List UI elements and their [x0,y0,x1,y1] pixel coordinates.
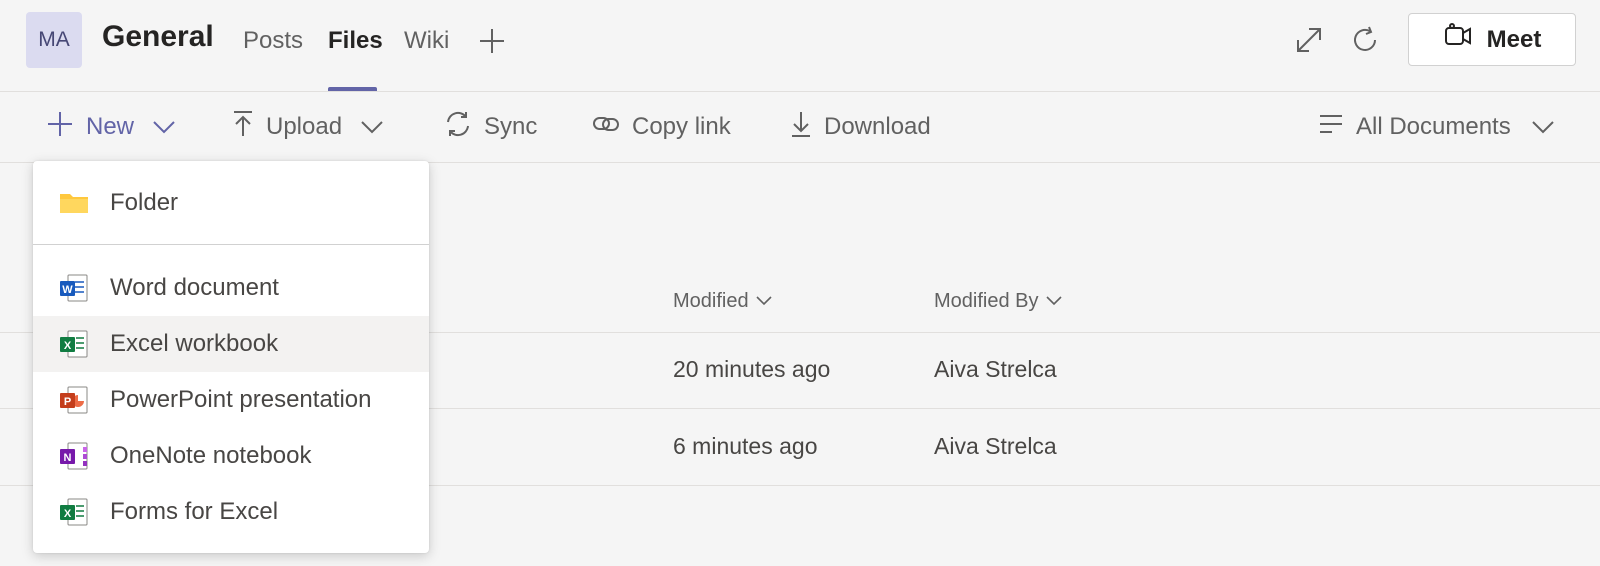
team-avatar[interactable]: MA [26,12,82,68]
command-bar: New Upload Sync Copy link Download All D… [0,92,1600,163]
sync-button[interactable]: Sync [444,92,537,162]
sync-label: Sync [484,113,538,140]
chevron-down-icon [1531,113,1555,141]
svg-text:P: P [64,396,71,408]
new-button[interactable]: New [46,92,176,162]
menu-item-onenote[interactable]: N OneNote notebook [33,428,429,484]
video-camera-icon [1443,22,1473,57]
copy-link-label: Copy link [632,113,731,140]
modified-cell: 6 minutes ago [673,433,818,459]
menu-item-folder[interactable]: Folder [33,175,429,231]
chevron-down-icon [360,113,384,141]
menu-item-label: Word document [110,274,279,301]
column-label: Modified [673,290,749,312]
menu-item-powerpoint[interactable]: P PowerPoint presentation [33,372,429,428]
upload-icon [232,110,254,145]
new-menu: Folder W Word document X Excel workbook [33,161,429,553]
copy-link-button[interactable]: Copy link [592,92,731,162]
avatar-initials: MA [38,28,70,51]
plus-icon[interactable] [475,24,509,58]
meet-label: Meet [1486,25,1542,53]
new-label: New [86,113,135,140]
menu-item-forms-for-excel[interactable]: X Forms for Excel [33,484,429,540]
excel-icon: X [59,330,89,358]
powerpoint-icon: P [59,386,89,414]
sync-icon [444,110,472,145]
menu-item-label: PowerPoint presentation [110,386,372,413]
folder-icon [59,189,89,217]
svg-text:X: X [64,340,72,352]
plus-icon [46,110,74,145]
chevron-down-icon [152,113,176,141]
menu-item-excel[interactable]: X Excel workbook [33,316,429,372]
column-header-modified[interactable]: Modified [673,290,773,313]
menu-separator [33,244,429,245]
modified-by-cell: Aiva Strelca [934,433,1057,459]
onenote-icon: N [59,442,89,470]
svg-text:W: W [62,284,73,296]
menu-item-word[interactable]: W Word document [33,260,429,316]
download-icon [790,110,812,145]
modified-cell: 20 minutes ago [673,356,831,382]
upload-label: Upload [266,113,343,140]
chevron-down-icon [755,290,773,313]
download-label: Download [824,113,931,140]
svg-text:X: X [64,508,72,520]
tab-posts[interactable]: Posts [243,27,303,55]
column-label: Modified By [934,290,1039,312]
refresh-icon[interactable] [1348,23,1382,57]
chevron-down-icon [1045,290,1063,313]
menu-item-label: OneNote notebook [110,442,312,469]
upload-button[interactable]: Upload [232,92,384,162]
view-label: All Documents [1356,113,1511,140]
channel-header: MA General Posts Files Wiki Meet [0,0,1600,92]
view-selector[interactable]: All Documents [1318,92,1555,162]
channel-title: General [102,20,214,53]
tab-wiki[interactable]: Wiki [404,27,449,55]
svg-text:N: N [64,452,72,464]
expand-icon[interactable] [1292,23,1326,57]
column-header-modified-by[interactable]: Modified By [934,290,1063,313]
list-view-icon [1318,113,1344,142]
menu-item-label: Folder [110,189,179,216]
download-button[interactable]: Download [790,92,931,162]
menu-item-label: Forms for Excel [110,498,279,525]
link-icon [592,110,620,145]
menu-item-label: Excel workbook [110,330,279,357]
active-tab-indicator [328,87,377,91]
word-icon: W [59,274,89,302]
forms-excel-icon: X [59,498,89,526]
meet-button[interactable]: Meet [1408,13,1576,66]
modified-by-cell: Aiva Strelca [934,356,1057,382]
tab-files[interactable]: Files [328,27,383,55]
